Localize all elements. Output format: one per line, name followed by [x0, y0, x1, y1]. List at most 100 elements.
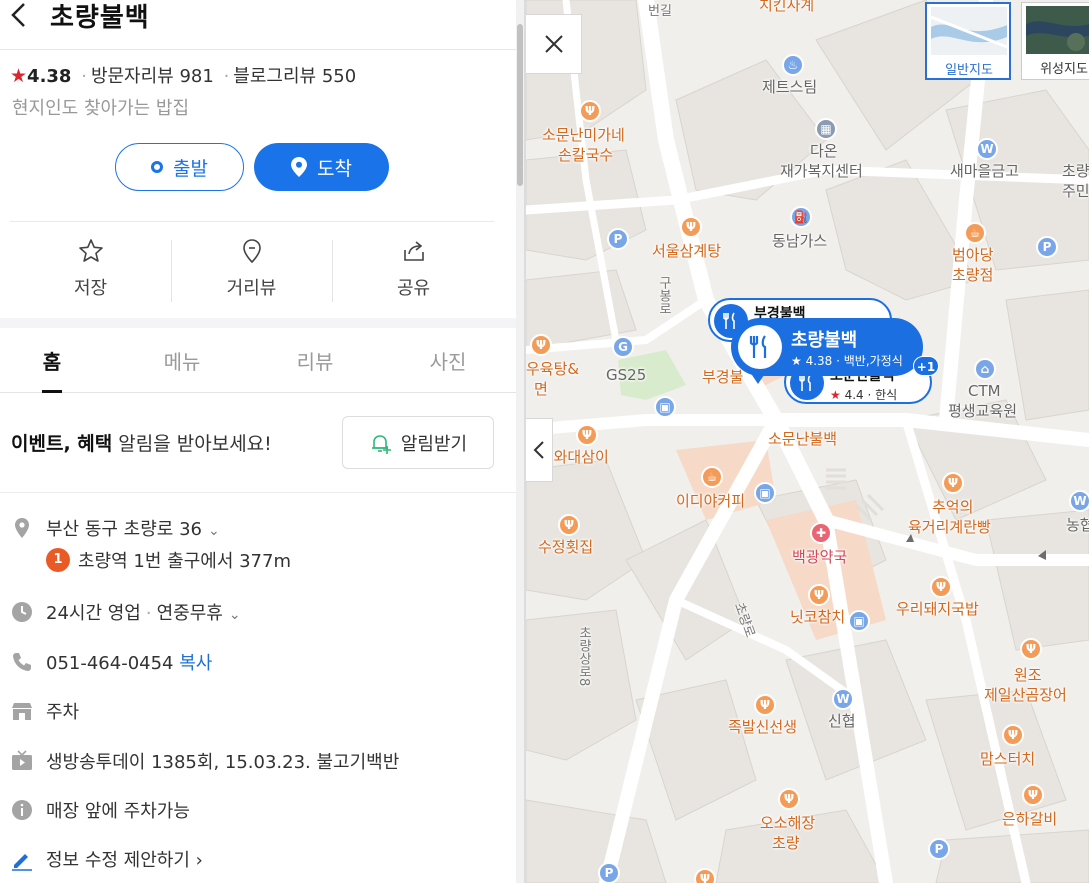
- map-label: 범아당: [952, 246, 994, 264]
- arrive-button[interactable]: 도착: [254, 143, 389, 191]
- start-point-icon: [151, 161, 164, 173]
- map-type-normal[interactable]: 일반지도: [925, 2, 1011, 80]
- restaurant-poi-icon[interactable]: Ψ: [754, 694, 776, 716]
- bank-poi-icon[interactable]: W: [832, 688, 854, 710]
- restaurant-poi-icon[interactable]: Ψ: [530, 334, 552, 356]
- restaurant-poi-icon[interactable]: Ψ: [1020, 638, 1042, 660]
- note-row: 매장 앞에 주차가능: [0, 789, 516, 829]
- bus-stop-icon[interactable]: ▣: [848, 610, 870, 632]
- pharmacy-poi-icon[interactable]: ✚: [810, 522, 832, 544]
- streetview-label: 거리뷰: [226, 278, 277, 299]
- map-label: 면: [534, 380, 548, 398]
- school-poi-icon[interactable]: ⌂: [974, 358, 996, 380]
- start-button[interactable]: 출발: [115, 143, 244, 191]
- pin-meta: ★ 4.38 · 백반,가정식: [791, 354, 903, 368]
- tab-home[interactable]: 홈: [0, 346, 117, 375]
- bus-stop-icon[interactable]: ▣: [754, 482, 776, 504]
- tab-photo[interactable]: 사진: [383, 346, 513, 375]
- pin-meta: ★ 4.4 · 한식: [830, 386, 897, 403]
- subway-row: 1 초량역 1번 출구에서 377m: [0, 542, 516, 582]
- hours-row[interactable]: 24시간 영업 · 연중무휴 ⌄: [0, 591, 516, 631]
- share-label: 공유: [396, 278, 431, 299]
- cafe-poi-icon[interactable]: ☕: [701, 466, 723, 488]
- bus-stop-icon[interactable]: ▣: [654, 396, 676, 418]
- close-button[interactable]: [526, 14, 582, 74]
- clock-icon: [12, 602, 32, 622]
- bank-poi-icon[interactable]: W: [976, 138, 998, 160]
- divider: [10, 221, 494, 222]
- building-poi-icon[interactable]: ▦: [815, 118, 837, 140]
- copy-phone-link[interactable]: 복사: [179, 653, 212, 674]
- map-label: 재가복지센터: [780, 162, 863, 180]
- notify-button[interactable]: 알림받기: [342, 416, 494, 469]
- edit-row[interactable]: 정보 수정 제안하기 ›: [0, 838, 516, 878]
- map-type-label: 일반지도: [945, 63, 993, 78]
- restaurant-poi-icon[interactable]: Ψ: [942, 472, 964, 494]
- address-row[interactable]: 부산 동구 초량로 36 ⌄: [0, 507, 516, 547]
- tv-icon: [12, 750, 32, 770]
- notify-button-label: 알림받기: [400, 433, 468, 455]
- parking-poi-icon[interactable]: P: [607, 228, 629, 250]
- blog-review-count[interactable]: 블로그리뷰 550: [233, 66, 356, 87]
- rating-row: ★4.38 · 방문자리뷰 981 · 블로그리뷰 550: [10, 62, 356, 88]
- selected-place-pin[interactable]: 초량불백 ★ 4.38 · 백반,가정식: [731, 318, 923, 376]
- map-label: 농협: [1066, 516, 1089, 534]
- map-label: 오소해장: [760, 814, 816, 832]
- map-thumbnail-icon: [931, 7, 1007, 55]
- arrive-button-label: 도착: [317, 157, 352, 180]
- phone-icon: [13, 653, 31, 671]
- streetview-action[interactable]: 거리뷰: [171, 232, 332, 304]
- place-detail-panel: 초량불백 ★4.38 · 방문자리뷰 981 · 블로그리뷰 550 현지인도 찾아…: [0, 0, 516, 883]
- scrollbar-thumb[interactable]: [517, 24, 523, 186]
- back-button[interactable]: [8, 2, 30, 28]
- phone-number[interactable]: 051-464-0454: [46, 653, 174, 674]
- map-street-label: 초량상로8: [576, 626, 591, 687]
- restaurant-poi-icon[interactable]: Ψ: [680, 216, 702, 238]
- save-action[interactable]: 저장: [10, 232, 171, 304]
- restaurant-poi-icon[interactable]: Ψ: [808, 584, 830, 606]
- edit-suggestion-link[interactable]: 정보 수정 제안하기 ›: [46, 846, 203, 872]
- restaurant-poi-icon[interactable]: Ψ: [1002, 724, 1024, 746]
- map-street-label: 구봉로: [656, 276, 671, 315]
- visitor-review-count[interactable]: 방문자리뷰 981: [91, 66, 214, 87]
- parking-poi-icon[interactable]: P: [598, 862, 620, 883]
- map-label: 맘스터치: [980, 750, 1036, 768]
- chevron-down-icon[interactable]: ⌄: [229, 607, 241, 623]
- location-marker-outline-icon: [243, 239, 261, 264]
- tab-menu[interactable]: 메뉴: [117, 346, 247, 375]
- share-action[interactable]: 공유: [333, 232, 494, 304]
- tv-row: 생방송투데이 1385회, 15.03.23. 불고기백반: [0, 740, 516, 780]
- convenience-store-poi-icon[interactable]: G: [612, 336, 634, 358]
- map-label: 다온: [810, 142, 838, 160]
- restaurant-poi-icon[interactable]: Ψ: [579, 100, 601, 122]
- panel-scrollbar[interactable]: [516, 0, 524, 883]
- map-label: 원조: [1014, 666, 1042, 684]
- tab-review[interactable]: 리뷰: [250, 346, 380, 375]
- chevron-down-icon[interactable]: ⌄: [208, 523, 220, 539]
- collapse-panel-button[interactable]: [526, 418, 553, 482]
- pin-meta-text: 4.4 · 한식: [840, 388, 898, 402]
- location-pin-icon: [291, 157, 308, 177]
- gas-poi-icon[interactable]: ⛽: [790, 206, 812, 228]
- restaurant-poi-icon[interactable]: Ψ: [778, 788, 800, 810]
- tab-bar: 홈 메뉴 리뷰 사진: [0, 328, 516, 393]
- parking-poi-icon[interactable]: P: [1036, 236, 1058, 258]
- map-label: 초량: [772, 834, 800, 852]
- separator-dot: ·: [81, 66, 87, 87]
- parking-poi-icon[interactable]: P: [928, 838, 950, 860]
- restaurant-poi-icon[interactable]: Ψ: [576, 424, 598, 446]
- restaurant-poi-icon[interactable]: Ψ: [930, 576, 952, 598]
- info-icon: [12, 800, 32, 820]
- map-label: 소문난미가네: [542, 126, 625, 144]
- map-view[interactable]: Ψ ♨ ▦ W Ψ ⛽ ☕ P P Ψ G ⌂ ▣ Ψ ☕ ▣ Ψ W Ψ ✚ …: [526, 0, 1089, 883]
- more-places-badge[interactable]: +1: [913, 356, 939, 376]
- restaurant-poi-icon[interactable]: Ψ: [558, 514, 580, 536]
- restaurant-poi-icon[interactable]: Ψ: [694, 868, 716, 883]
- spa-poi-icon[interactable]: ♨: [782, 54, 804, 76]
- map-label: 은하갈비: [1002, 810, 1058, 828]
- cafe-poi-icon[interactable]: ☕: [964, 222, 986, 244]
- map-label: 제일산곰장어: [984, 686, 1067, 704]
- restaurant-poi-icon[interactable]: Ψ: [1022, 784, 1044, 806]
- map-type-satellite[interactable]: 위성지도: [1021, 2, 1089, 80]
- bank-poi-icon[interactable]: W: [1069, 490, 1089, 512]
